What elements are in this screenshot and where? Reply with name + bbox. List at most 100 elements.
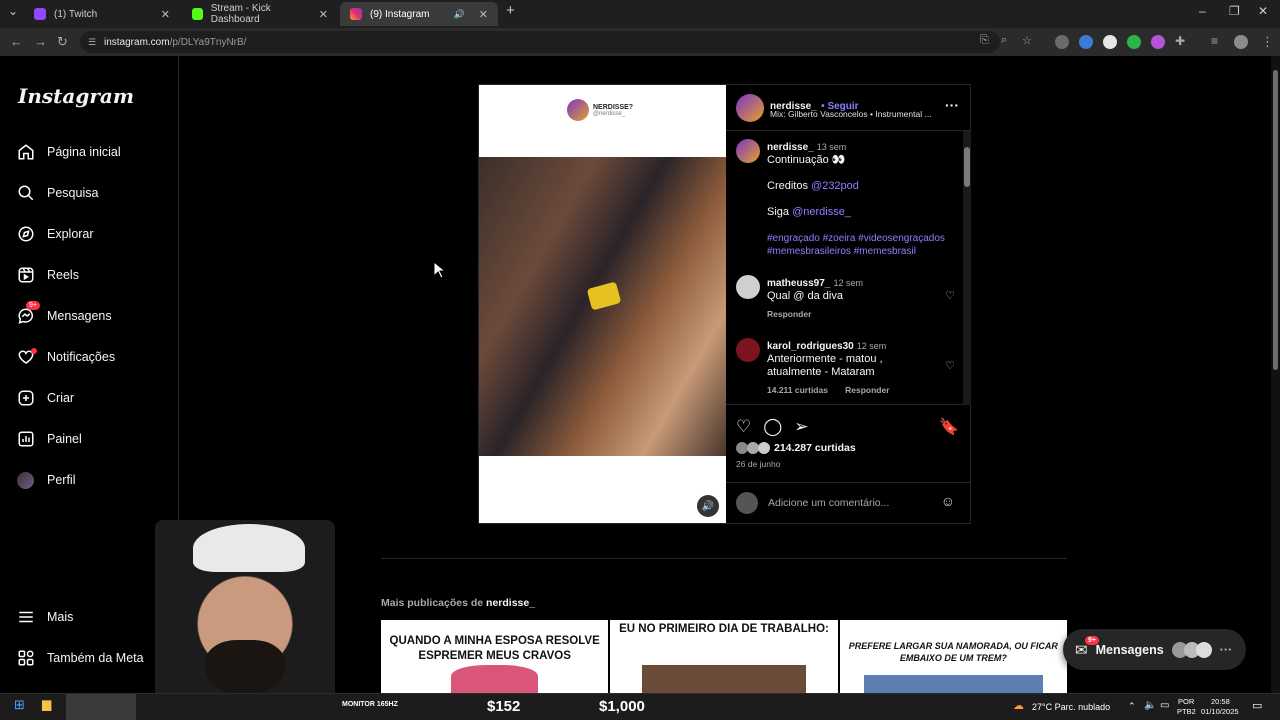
- instagram-icon: [350, 8, 362, 20]
- browser-menu-icon[interactable]: ⋮: [1261, 34, 1274, 50]
- weather-label[interactable]: 27°C Parc. nublado: [1032, 702, 1110, 712]
- sidebar-item-notifications[interactable]: Notificações: [16, 345, 115, 369]
- extensions-puzzle-icon[interactable]: ✚: [1175, 34, 1185, 48]
- music-label[interactable]: Mix: Gilberto Vasconcelos • Instrumental…: [770, 109, 932, 119]
- caption-username[interactable]: nerdisse_: [767, 142, 814, 153]
- close-icon[interactable]: ✕: [319, 8, 328, 21]
- more-posts-username[interactable]: nerdisse_: [486, 597, 535, 609]
- keyboard-layout-label[interactable]: PTB2: [1177, 707, 1196, 716]
- windows-start-icon[interactable]: ⊞: [14, 697, 25, 713]
- tab-label: (1) Twitch: [54, 8, 98, 20]
- extension-shield-icon[interactable]: [1055, 35, 1069, 49]
- sidebar-item-profile[interactable]: Perfil: [16, 468, 75, 492]
- site-info-icon[interactable]: ☰: [88, 37, 96, 48]
- scrollbar-thumb[interactable]: [1273, 70, 1278, 370]
- bookmark-star-icon[interactable]: ☆: [1022, 34, 1032, 47]
- comments-list[interactable]: nerdisse_ 13 sem Continuação 👀 Creditos …: [726, 131, 971, 405]
- mention-link[interactable]: @232pod: [811, 180, 859, 192]
- minimize-icon[interactable]: –: [1199, 4, 1206, 18]
- save-bookmark-icon[interactable]: 🔖: [939, 417, 959, 437]
- tab-label: Stream - Kick Dashboard: [210, 3, 271, 25]
- floating-messages-button[interactable]: ✉ 9+ Mensagens ···: [1063, 629, 1246, 670]
- clock-date[interactable]: 01/10/2025: [1201, 707, 1239, 716]
- extension-icon[interactable]: [1079, 35, 1093, 49]
- sidebar-item-search[interactable]: Pesquisa: [16, 181, 98, 205]
- sidebar-item-reels[interactable]: Reels: [16, 263, 79, 287]
- mute-toggle-button[interactable]: 🔊: [697, 495, 719, 517]
- forward-icon[interactable]: →: [34, 34, 47, 49]
- reload-icon[interactable]: ↻: [57, 34, 68, 50]
- heart-icon: [16, 347, 37, 367]
- instagram-post: NERDISSE? @nerdisse_ 🔊 nerdisse_ • Segui…: [478, 84, 971, 524]
- tab-instagram[interactable]: (9) Instagram 🔊 ✕: [340, 2, 498, 26]
- sidebar-item-create[interactable]: Criar: [16, 386, 74, 410]
- post-media[interactable]: NERDISSE? @nerdisse_ 🔊: [479, 85, 726, 523]
- hashtags[interactable]: #engraçado #zoeira #videosengraçados: [767, 232, 962, 245]
- hashtags[interactable]: #memesbrasileiros #memesbrasil: [767, 245, 962, 258]
- tab-twitch[interactable]: (1) Twitch ✕: [24, 2, 180, 26]
- comment-likes[interactable]: 14.211 curtidas: [767, 385, 828, 395]
- reply-button[interactable]: Responder: [845, 385, 889, 395]
- more-post-thumbnail[interactable]: QUANDO A MINHA ESPOSA RESOLVE ESPREMER M…: [381, 620, 609, 693]
- language-label[interactable]: POR: [1178, 697, 1194, 706]
- emoji-picker-icon[interactable]: ☺: [941, 493, 955, 509]
- extension-icon[interactable]: [1151, 35, 1165, 49]
- notifications-center-icon[interactable]: ▭: [1252, 699, 1262, 712]
- webcam-cap: [193, 524, 305, 572]
- comment-like-heart-icon[interactable]: ♡: [945, 359, 955, 372]
- comment-avatar[interactable]: [736, 338, 760, 362]
- tab-list-chevron-icon[interactable]: ⌄: [8, 4, 18, 18]
- battery-icon[interactable]: ▭: [1160, 700, 1169, 711]
- comment-avatar[interactable]: [736, 275, 760, 299]
- comment-icon[interactable]: ◯: [763, 417, 782, 437]
- close-icon[interactable]: ✕: [161, 8, 170, 21]
- comment: karol_rodrigues30 12 sem Anteriormente -…: [767, 340, 937, 397]
- address-bar[interactable]: ☰ instagram.com/p/DLYa9TnyNrB/: [80, 31, 1000, 53]
- profile-avatar-icon[interactable]: [1234, 35, 1248, 49]
- post-video-frame[interactable]: [479, 157, 726, 456]
- page-scrollbar[interactable]: [1271, 56, 1280, 693]
- comment-username[interactable]: matheuss97_: [767, 278, 830, 289]
- install-app-icon[interactable]: ⎘: [980, 34, 989, 47]
- sidebar-item-also-from-meta[interactable]: Também da Meta: [16, 646, 144, 670]
- extension-icon[interactable]: [1103, 35, 1117, 49]
- tab-kick-dashboard[interactable]: Stream - Kick Dashboard ✕: [182, 2, 338, 26]
- clock-time[interactable]: 20:58: [1211, 697, 1230, 706]
- sidebar-item-explore[interactable]: Explorar: [16, 222, 94, 246]
- taskbar-active-app[interactable]: [66, 694, 136, 720]
- reels-icon: [16, 266, 35, 285]
- comment-username[interactable]: karol_rodrigues30: [767, 341, 854, 352]
- more-post-thumbnail[interactable]: EU NO PRIMEIRO DIA DE TRABALHO:: [610, 620, 838, 693]
- hamburger-menu-icon: [16, 608, 35, 627]
- restore-icon[interactable]: ❐: [1229, 4, 1240, 18]
- sidebar-item-more[interactable]: Mais: [16, 605, 73, 629]
- back-icon[interactable]: ←: [10, 34, 23, 49]
- likes-count[interactable]: 214.287 curtidas: [736, 442, 856, 454]
- more-post-thumbnail[interactable]: PREFERE LARGAR SUA NAMORADA, OU FICAR EM…: [839, 620, 1067, 693]
- author-avatar[interactable]: [736, 94, 764, 122]
- extension-icon[interactable]: [1127, 35, 1141, 49]
- close-icon[interactable]: ✕: [479, 8, 488, 21]
- zoom-icon[interactable]: ⌕: [1001, 34, 1007, 47]
- share-paper-plane-icon[interactable]: ➢: [794, 417, 808, 437]
- scrollbar-thumb[interactable]: [964, 147, 970, 187]
- media-queue-icon[interactable]: ≡: [1211, 34, 1218, 48]
- sidebar-item-messages[interactable]: 9+ Mensagens: [16, 300, 112, 328]
- comments-scrollbar[interactable]: [963, 131, 971, 405]
- speaker-icon[interactable]: 🔈: [1144, 700, 1156, 711]
- file-explorer-icon[interactable]: ▆: [42, 697, 51, 711]
- caption-avatar[interactable]: [736, 139, 760, 163]
- mention-link[interactable]: @nerdisse_: [792, 206, 851, 218]
- chevron-up-icon[interactable]: ⌃: [1128, 701, 1136, 712]
- comment-like-heart-icon[interactable]: ♡: [945, 289, 955, 302]
- reply-button[interactable]: Responder: [767, 308, 937, 321]
- sidebar-item-home[interactable]: Página inicial: [16, 140, 121, 164]
- sidebar-item-dashboard[interactable]: Painel: [16, 427, 82, 451]
- audio-playing-icon[interactable]: 🔊: [454, 9, 465, 20]
- instagram-logo[interactable]: Instagram: [18, 84, 134, 108]
- new-tab-icon[interactable]: +: [506, 2, 515, 19]
- window-close-icon[interactable]: ✕: [1258, 4, 1268, 18]
- add-comment-input[interactable]: Adicione um comentário...: [768, 497, 889, 509]
- more-options-icon[interactable]: ···: [945, 97, 959, 113]
- like-heart-icon[interactable]: ♡: [736, 417, 751, 437]
